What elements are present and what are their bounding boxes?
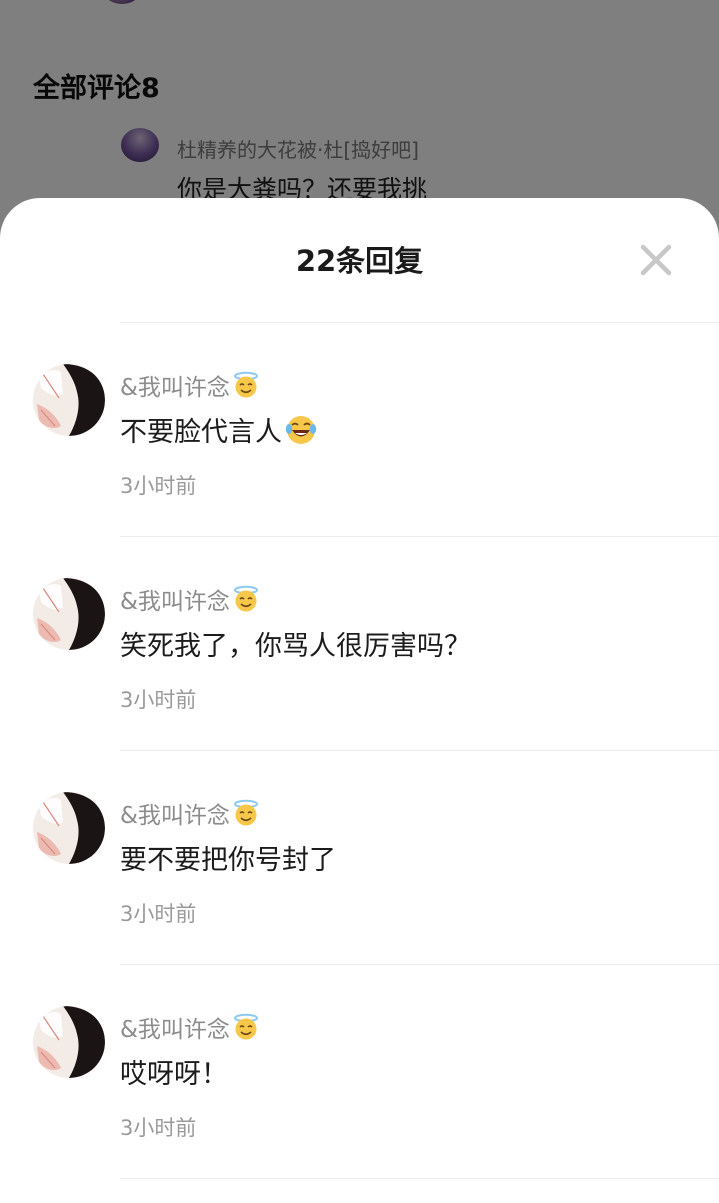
- reply-author-name[interactable]: &我叫许念: [120, 796, 260, 830]
- reply-timestamp: 3小时前: [120, 474, 197, 498]
- tears-of-joy-icon: [284, 413, 318, 447]
- sheet-title: 22条回复: [295, 244, 424, 278]
- reply-author-label: &我叫许念: [120, 375, 230, 401]
- avatar[interactable]: [33, 364, 105, 436]
- close-button[interactable]: [636, 240, 676, 280]
- reply-item[interactable]: &我叫许念 要不要把你号封了 3小时前: [0, 750, 719, 964]
- avatar[interactable]: [33, 792, 105, 864]
- smiling-face-with-halo-icon: [232, 799, 260, 827]
- smiling-face-with-halo-icon: [232, 1013, 260, 1041]
- reply-author-label: &我叫许念: [120, 589, 230, 615]
- reply-item[interactable]: &我叫许念 笑死我了，你骂人很厉害吗？ 3小时前: [0, 536, 719, 750]
- reply-text-content: 不要脸代言人: [120, 417, 282, 448]
- reply-text-content: 要不要把你号封了: [120, 845, 336, 876]
- reply-text-content: 哎呀呀！: [120, 1059, 228, 1090]
- reply-text: 要不要把你号封了: [120, 838, 336, 877]
- reply-timestamp: 3小时前: [120, 902, 197, 926]
- close-icon: [640, 244, 672, 276]
- reply-author-label: &我叫许念: [120, 1017, 230, 1043]
- reply-text: 哎呀呀！: [120, 1052, 228, 1091]
- reply-author-name[interactable]: &我叫许念: [120, 368, 260, 402]
- avatar[interactable]: [33, 1006, 105, 1078]
- avatar[interactable]: [33, 578, 105, 650]
- divider: [120, 1178, 719, 1179]
- reply-author-name[interactable]: &我叫许念: [120, 1010, 260, 1044]
- replies-sheet: 22条回复 &我叫许念 不要脸代言人 3小时前 &我叫许念 笑死我了，你骂人很厉…: [0, 198, 719, 1203]
- screen: 全部评论8 杜精养的大花被·杜[捣好吧] 你是大粪吗？还要我挑 22条回复: [0, 0, 719, 1203]
- smiling-face-with-halo-icon: [232, 371, 260, 399]
- reply-text: 笑死我了，你骂人很厉害吗？: [120, 624, 471, 663]
- smiling-face-with-halo-icon: [232, 585, 260, 613]
- reply-item[interactable]: &我叫许念 不要脸代言人 3小时前: [0, 322, 719, 536]
- reply-text-content: 笑死我了，你骂人很厉害吗？: [120, 631, 471, 662]
- reply-timestamp: 3小时前: [120, 688, 197, 712]
- reply-timestamp: 3小时前: [120, 1116, 197, 1140]
- reply-author-name[interactable]: &我叫许念: [120, 582, 260, 616]
- reply-item[interactable]: &我叫许念 哎呀呀！ 3小时前: [0, 964, 719, 1178]
- reply-text: 不要脸代言人: [120, 410, 318, 449]
- reply-author-label: &我叫许念: [120, 803, 230, 829]
